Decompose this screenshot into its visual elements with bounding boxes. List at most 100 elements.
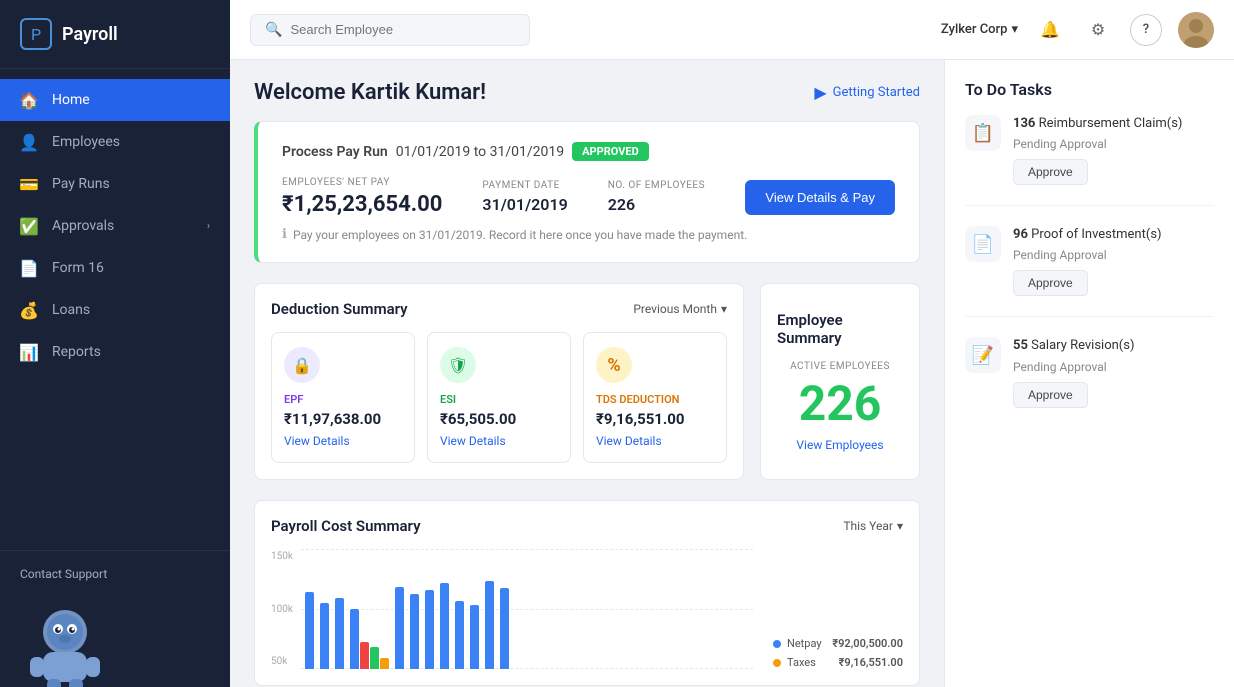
payroll-period-selector[interactable]: This Year ▾ bbox=[843, 519, 903, 533]
sidebar-item-employees[interactable]: 👤 Employees bbox=[0, 121, 230, 163]
net-pay-stat: EMPLOYEES' NET PAY ₹1,25,23,654.00 bbox=[282, 177, 442, 217]
chart-bar bbox=[395, 587, 404, 670]
bar-group bbox=[305, 592, 314, 669]
todo-icon: 📝 bbox=[965, 337, 1001, 373]
chart-bar bbox=[425, 590, 434, 669]
chart-bar bbox=[320, 603, 329, 669]
todo-content: 55 Salary Revision(s) Pending Approval A… bbox=[1013, 337, 1214, 407]
todo-content: 96 Proof of Investment(s) Pending Approv… bbox=[1013, 226, 1214, 296]
sidebar-item-label: Employees bbox=[52, 134, 120, 150]
todo-subtext: Pending Approval bbox=[1013, 360, 1214, 374]
epf-view-details-link[interactable]: View Details bbox=[284, 434, 402, 448]
content-main: Welcome Kartik Kumar! ▶ Getting Started … bbox=[230, 60, 944, 687]
sidebar-item-loans[interactable]: 💰 Loans bbox=[0, 289, 230, 331]
bar-group bbox=[485, 581, 494, 669]
y-label-150k: 150k bbox=[271, 551, 293, 562]
chart-bars bbox=[301, 549, 753, 669]
search-input[interactable] bbox=[290, 22, 515, 37]
deduction-items: 🔒 EPF ₹11,97,638.00 View Details 🛡 ESI ₹… bbox=[271, 332, 727, 463]
y-label-50k: 50k bbox=[271, 656, 293, 667]
payroll-cost-section: Payroll Cost Summary This Year ▾ 150k 10… bbox=[254, 500, 920, 686]
legend-netpay: Netpay ₹92,00,500.00 bbox=[773, 637, 903, 650]
employees-nav-icon: 👤 bbox=[20, 133, 38, 151]
todo-icon: 📄 bbox=[965, 226, 1001, 262]
legend-taxes: Taxes ₹9,16,551.00 bbox=[773, 656, 903, 669]
loans-nav-icon: 💰 bbox=[20, 301, 38, 319]
approved-badge: APPROVED bbox=[572, 142, 649, 161]
deduction-item-esi: 🛡 ESI ₹65,505.00 View Details bbox=[427, 332, 571, 463]
chevron-down-icon: ▾ bbox=[897, 519, 903, 533]
company-selector[interactable]: Zylker Corp ▾ bbox=[941, 22, 1018, 37]
notification-icon[interactable]: 🔔 bbox=[1034, 14, 1066, 46]
y-label-100k: 100k bbox=[271, 604, 293, 615]
epf-icon: 🔒 bbox=[284, 347, 320, 383]
todo-icon: 📋 bbox=[965, 115, 1001, 151]
sidebar-item-approvals[interactable]: ✅ Approvals › bbox=[0, 205, 230, 247]
bar-group bbox=[500, 588, 509, 669]
todo-subtext: Pending Approval bbox=[1013, 248, 1214, 262]
esi-view-details-link[interactable]: View Details bbox=[440, 434, 558, 448]
help-icon[interactable]: ? bbox=[1130, 14, 1162, 46]
chart-bar bbox=[350, 609, 359, 670]
payroll-cost-title: Payroll Cost Summary bbox=[271, 517, 421, 535]
pay-run-details: EMPLOYEES' NET PAY ₹1,25,23,654.00 PAYME… bbox=[282, 177, 895, 217]
main-content: 🔍 Zylker Corp ▾ 🔔 ⚙ ? Welcome Kartik Kum… bbox=[230, 0, 1234, 687]
chart-bar bbox=[335, 598, 344, 670]
bar-group bbox=[320, 603, 329, 669]
deduction-summary-section: Deduction Summary Previous Month ▾ 🔒 EPF… bbox=[254, 283, 744, 480]
sidebar-item-reports[interactable]: 📊 Reports bbox=[0, 331, 230, 373]
chart-bar bbox=[455, 601, 464, 669]
sidebar-item-home[interactable]: 🏠 Home bbox=[0, 79, 230, 121]
tds-view-details-link[interactable]: View Details bbox=[596, 434, 714, 448]
view-employees-link[interactable]: View Employees bbox=[796, 438, 883, 452]
chart-bar bbox=[380, 658, 389, 669]
tds-label: TDS DEDUCTION bbox=[596, 393, 714, 406]
employee-count-stat: NO. OF EMPLOYEES 226 bbox=[608, 180, 705, 214]
bar-group bbox=[440, 583, 449, 669]
emp-summary-header: Employee Summary bbox=[777, 311, 903, 347]
tds-icon: % bbox=[596, 347, 632, 383]
approve-button-2[interactable]: Approve bbox=[1013, 382, 1088, 408]
view-details-pay-button[interactable]: View Details & Pay bbox=[745, 180, 895, 215]
sidebar-item-payruns[interactable]: 💳 Pay Runs bbox=[0, 163, 230, 205]
active-employees-label: ACTIVE EMPLOYEES bbox=[790, 361, 890, 372]
sidebar-item-label: Form 16 bbox=[52, 260, 104, 276]
chart-bar bbox=[360, 642, 369, 670]
logo-text: Payroll bbox=[62, 24, 118, 45]
chart-container: 150k 100k 50k bbox=[271, 549, 903, 669]
sidebar-item-label: Home bbox=[52, 92, 90, 108]
contact-support-link[interactable]: Contact Support bbox=[20, 567, 210, 581]
chart-bar bbox=[500, 588, 509, 669]
epf-value: ₹11,97,638.00 bbox=[284, 410, 402, 428]
settings-icon[interactable]: ⚙ bbox=[1082, 14, 1114, 46]
approve-button-0[interactable]: Approve bbox=[1013, 159, 1088, 185]
getting-started-link[interactable]: ▶ Getting Started bbox=[814, 83, 920, 102]
form16-nav-icon: 📄 bbox=[20, 259, 38, 277]
bar-group bbox=[395, 587, 404, 670]
sidebar-item-form16[interactable]: 📄 Form 16 bbox=[0, 247, 230, 289]
todo-title: To Do Tasks bbox=[965, 80, 1214, 99]
payroll-cost-header: Payroll Cost Summary This Year ▾ bbox=[271, 517, 903, 535]
content-area: Welcome Kartik Kumar! ▶ Getting Started … bbox=[230, 60, 1234, 687]
sidebar-footer: Contact Support bbox=[0, 550, 230, 597]
user-avatar[interactable] bbox=[1178, 12, 1214, 48]
esi-label: ESI bbox=[440, 393, 558, 406]
welcome-title: Welcome Kartik Kumar! bbox=[254, 80, 486, 105]
period-selector[interactable]: Previous Month ▾ bbox=[633, 302, 727, 316]
todo-item-0: 📋 136 Reimbursement Claim(s) Pending App… bbox=[965, 115, 1214, 206]
employee-count: 226 bbox=[799, 380, 882, 428]
sidebar: P Payroll 🏠 Home 👤 Employees 💳 Pay Runs … bbox=[0, 0, 230, 687]
header-right: Zylker Corp ▾ 🔔 ⚙ ? bbox=[941, 12, 1214, 48]
search-box[interactable]: 🔍 bbox=[250, 14, 530, 46]
pay-run-banner: Process Pay Run 01/01/2019 to 31/01/2019… bbox=[254, 121, 920, 263]
chart-area: 150k 100k 50k bbox=[271, 549, 753, 669]
chevron-down-icon: ▾ bbox=[721, 302, 727, 316]
pay-run-title: Process Pay Run 01/01/2019 to 31/01/2019… bbox=[282, 142, 895, 161]
chart-bar bbox=[370, 647, 379, 669]
esi-value: ₹65,505.00 bbox=[440, 410, 558, 428]
play-circle-icon: ▶ bbox=[814, 83, 826, 102]
deduction-item-tds: % TDS DEDUCTION ₹9,16,551.00 View Detail… bbox=[583, 332, 727, 463]
reports-nav-icon: 📊 bbox=[20, 343, 38, 361]
info-icon: ℹ bbox=[282, 227, 287, 242]
approve-button-1[interactable]: Approve bbox=[1013, 270, 1088, 296]
